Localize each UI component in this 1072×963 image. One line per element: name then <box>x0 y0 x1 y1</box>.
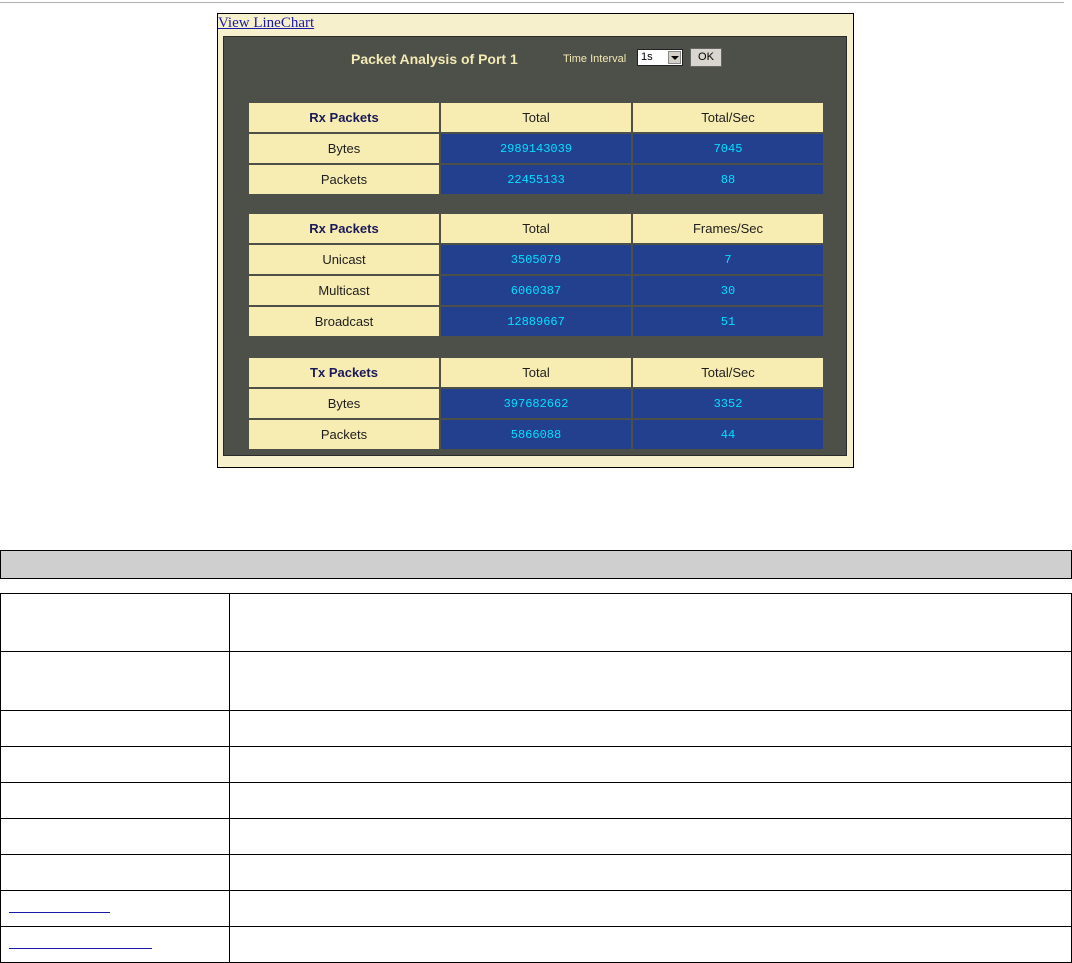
table-header-row: Tx Packets Total Total/Sec <box>247 356 825 389</box>
header-cell: Rx Packets <box>247 212 441 245</box>
doc-table-header-bar <box>0 550 1072 579</box>
header-cell: Tx Packets <box>247 356 441 389</box>
desc-cell <box>229 854 1072 891</box>
total-value: 22455133 <box>439 163 633 196</box>
view-linechart-link[interactable]: View LineChart <box>218 15 314 32</box>
chevron-down-icon[interactable] <box>668 51 681 64</box>
table-row <box>0 890 1072 927</box>
table-row <box>0 926 1072 963</box>
table-header-row: Rx Packets Total Frames/Sec <box>247 212 825 245</box>
table-row: Packets 5866088 44 <box>247 418 825 451</box>
rate-value: 51 <box>631 305 825 338</box>
table-row <box>0 710 1072 747</box>
table-header-row: Rx Packets Total Total/Sec <box>247 101 825 134</box>
desc-cell <box>229 782 1072 819</box>
total-value: 6060387 <box>439 274 633 307</box>
table-row <box>0 818 1072 855</box>
rate-value: 7045 <box>631 132 825 165</box>
time-interval-select[interactable]: 1s <box>637 49 683 66</box>
param-cell <box>0 818 230 855</box>
row-label: Multicast <box>247 274 441 307</box>
row-label: Broadcast <box>247 305 441 338</box>
table-row <box>0 854 1072 891</box>
row-label: Packets <box>247 418 441 451</box>
desc-cell <box>229 593 1072 652</box>
param-cell <box>0 890 230 927</box>
packet-analysis-window: View LineChart Packet Analysis of Port 1… <box>217 13 854 468</box>
packet-analysis-panel: Packet Analysis of Port 1 Time Interval … <box>223 36 847 456</box>
desc-cell <box>229 818 1072 855</box>
header-cell: Total <box>439 212 633 245</box>
table-row: Bytes 397682662 3352 <box>247 387 825 420</box>
rate-value: 7 <box>631 243 825 276</box>
rate-value: 3352 <box>631 387 825 420</box>
rate-value: 30 <box>631 274 825 307</box>
top-divider <box>0 2 1064 3</box>
desc-cell <box>229 746 1072 783</box>
param-cell <box>0 593 230 652</box>
param-cell <box>0 854 230 891</box>
total-value: 12889667 <box>439 305 633 338</box>
time-interval-label: Time Interval <box>563 53 627 65</box>
header-cell: Total <box>439 101 633 134</box>
header-cell: Total/Sec <box>631 101 825 134</box>
table-row: Unicast 3505079 7 <box>247 243 825 276</box>
table-row <box>0 782 1072 819</box>
desc-cell <box>229 926 1072 963</box>
header-cell: Rx Packets <box>247 101 441 134</box>
param-cell <box>0 746 230 783</box>
table-row <box>0 651 1072 711</box>
rx-frames-table: Rx Packets Total Frames/Sec Unicast 3505… <box>247 212 825 338</box>
row-label: Bytes <box>247 132 441 165</box>
table-row: Broadcast 12889667 51 <box>247 305 825 338</box>
rx-bytes-table: Rx Packets Total Total/Sec Bytes 2989143… <box>247 101 825 196</box>
total-value: 3505079 <box>439 243 633 276</box>
ok-button[interactable]: OK <box>690 48 722 67</box>
param-cell <box>0 651 230 711</box>
total-value: 2989143039 <box>439 132 633 165</box>
param-cell <box>0 926 230 963</box>
header-cell: Frames/Sec <box>631 212 825 245</box>
table-row: Bytes 2989143039 7045 <box>247 132 825 165</box>
rate-value: 88 <box>631 163 825 196</box>
header-cell: Total <box>439 356 633 389</box>
param-cell <box>0 782 230 819</box>
param-cell <box>0 710 230 747</box>
table-row: Multicast 6060387 30 <box>247 274 825 307</box>
doc-parameter-table <box>0 593 1072 963</box>
row-label: Packets <box>247 163 441 196</box>
header-cell: Total/Sec <box>631 356 825 389</box>
table-row <box>0 746 1072 783</box>
desc-cell <box>229 710 1072 747</box>
row-label: Bytes <box>247 387 441 420</box>
table-row <box>0 593 1072 652</box>
table-row: Packets 22455133 88 <box>247 163 825 196</box>
doc-link[interactable] <box>9 911 110 913</box>
desc-cell <box>229 651 1072 711</box>
tx-table: Tx Packets Total Total/Sec Bytes 3976826… <box>247 356 825 451</box>
row-label: Unicast <box>247 243 441 276</box>
total-value: 397682662 <box>439 387 633 420</box>
total-value: 5866088 <box>439 418 633 451</box>
doc-link[interactable] <box>9 947 152 949</box>
rate-value: 44 <box>631 418 825 451</box>
desc-cell <box>229 890 1072 927</box>
panel-title: Packet Analysis of Port 1 <box>351 51 518 67</box>
time-interval-value: 1s <box>641 51 653 63</box>
